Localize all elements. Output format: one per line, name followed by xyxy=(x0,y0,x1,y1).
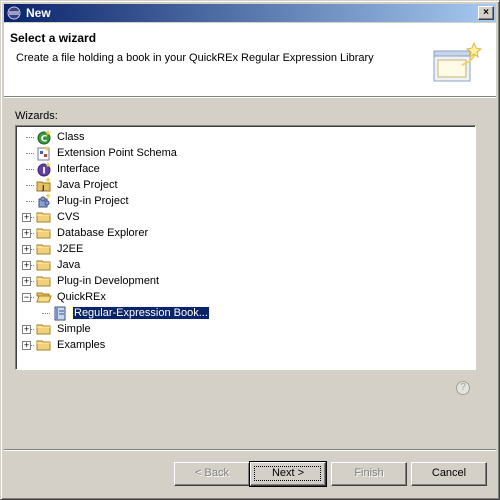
folder-icon xyxy=(36,337,52,353)
plugin-project-icon xyxy=(36,193,52,209)
new-wizard-dialog: New × Select a wizard Create a file hold… xyxy=(0,0,500,500)
wizard-banner-icon xyxy=(432,41,483,89)
tree-item-label: Class xyxy=(57,131,85,143)
tree-item[interactable]: Extension Point Schema xyxy=(16,145,475,161)
folder-icon xyxy=(36,257,52,273)
collapse-icon[interactable]: − xyxy=(22,293,31,302)
folder-icon xyxy=(36,209,52,225)
tree-item[interactable]: I Interface xyxy=(16,161,475,177)
schema-icon xyxy=(36,145,52,161)
expand-icon[interactable]: + xyxy=(22,261,31,270)
button-bar-separator xyxy=(4,449,496,451)
eclipse-icon xyxy=(6,5,22,21)
expand-icon[interactable]: + xyxy=(22,213,31,222)
header-separator xyxy=(4,96,496,98)
tree-connector xyxy=(26,137,34,138)
tree-item-label: J2EE xyxy=(57,243,84,255)
tree-item-label: Plug-in Development xyxy=(57,275,160,287)
window-title: New xyxy=(26,6,51,20)
title-bar[interactable]: New × xyxy=(4,4,496,22)
wizard-header: Select a wizard Create a file holding a … xyxy=(4,23,496,96)
java-project-icon: J xyxy=(36,177,52,193)
expand-icon[interactable]: + xyxy=(22,341,31,350)
tree-item[interactable]: Plug-in Project xyxy=(16,193,475,209)
book-icon xyxy=(52,305,68,321)
folder-icon xyxy=(36,321,52,337)
finish-button[interactable]: Finish xyxy=(331,462,407,486)
tree-item-label: Interface xyxy=(57,163,100,175)
tree-item-label: Simple xyxy=(57,323,91,335)
expand-icon[interactable]: + xyxy=(22,277,31,286)
wizards-label: Wizards: xyxy=(15,110,58,122)
expand-icon[interactable]: + xyxy=(22,325,31,334)
tree-item-label: CVS xyxy=(57,211,80,223)
tree-item-label: Java xyxy=(57,259,81,271)
tree-item-label: Database Explorer xyxy=(57,227,149,239)
tree-item[interactable]: + Examples xyxy=(16,337,475,353)
interface-icon: I xyxy=(36,161,52,177)
tree-item-label: Java Project xyxy=(57,179,118,191)
svg-text:I: I xyxy=(42,167,45,177)
svg-text:C: C xyxy=(41,135,48,145)
tree-item[interactable]: + Java xyxy=(16,257,475,273)
tree-item[interactable]: − QuickREx xyxy=(16,289,475,305)
back-button[interactable]: < Back xyxy=(174,462,250,486)
tree-connector xyxy=(42,313,50,314)
tree-item[interactable]: J Java Project xyxy=(16,177,475,193)
cancel-button[interactable]: Cancel xyxy=(411,462,487,486)
help-icon[interactable]: ? xyxy=(456,381,470,395)
tree-item[interactable]: + J2EE xyxy=(16,241,475,257)
folder-icon xyxy=(36,225,52,241)
tree-item[interactable]: C Class xyxy=(16,129,475,145)
tree-item-label: QuickREx xyxy=(57,291,106,303)
tree-connector xyxy=(26,153,34,154)
expand-icon[interactable]: + xyxy=(22,245,31,254)
tree-connector xyxy=(26,201,34,202)
folder-open-icon xyxy=(36,289,52,305)
tree-item-label: Regular-Expression Book... xyxy=(72,306,210,320)
tree-item[interactable]: + CVS xyxy=(16,209,475,225)
svg-text:J: J xyxy=(41,184,45,192)
expand-icon[interactable]: + xyxy=(22,229,31,238)
focus-rect xyxy=(254,466,321,481)
tree-item[interactable]: + Simple xyxy=(16,321,475,337)
tree-item[interactable]: Regular-Expression Book... xyxy=(16,305,475,321)
tree-item[interactable]: + Database Explorer xyxy=(16,225,475,241)
tree-connector xyxy=(26,185,34,186)
class-icon: C xyxy=(36,129,52,145)
tree-item-label: Extension Point Schema xyxy=(57,147,177,159)
wizards-tree[interactable]: C Class Extension Point Schema I Interface J J… xyxy=(15,125,476,370)
tree-item[interactable]: + Plug-in Development xyxy=(16,273,475,289)
folder-icon xyxy=(36,273,52,289)
tree-item-label: Plug-in Project xyxy=(57,195,129,207)
header-description: Create a file holding a book in your Qui… xyxy=(16,52,374,64)
next-button[interactable]: Next > xyxy=(249,461,327,487)
header-title: Select a wizard xyxy=(10,31,97,45)
folder-icon xyxy=(36,241,52,257)
close-button[interactable]: × xyxy=(478,6,494,20)
tree-item-label: Examples xyxy=(57,339,106,351)
tree-connector xyxy=(26,169,34,170)
